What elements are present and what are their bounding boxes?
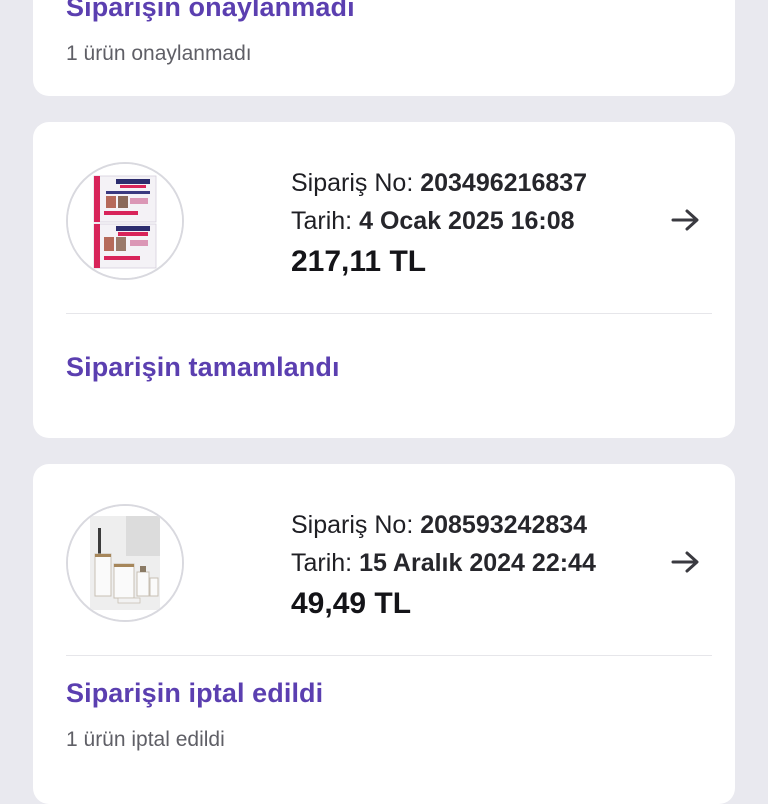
card-divider [66,313,712,314]
order-date-value: 15 Aralık 2024 22:44 [359,549,596,577]
order-info: Sipariş No: 208593242834 Tarih: 15 Aralı… [291,506,596,626]
product-thumbnail [66,162,184,280]
order-info: Sipariş No: 203496216837 Tarih: 4 Ocak 2… [291,164,587,284]
order-date-label: Tarih: [291,207,353,235]
order-card-unapproved[interactable]: Siparişin onaylanmadı 1 ürün onaylanmadı [33,0,735,96]
order-number-value: 203496216837 [420,169,588,197]
order-status-title: Siparişin iptal edildi [66,678,324,708]
order-number-label: Sipariş No: [291,511,414,539]
order-number-row: Sipariş No: 203496216837 [291,164,587,202]
order-status-title: Siparişin tamamlandı [66,352,340,382]
order-status-detail: 1 ürün iptal edildi [66,728,225,751]
order-total: 217,11 TL [291,245,427,278]
arrow-right-icon[interactable] [669,548,703,576]
order-card-cancelled[interactable]: Sipariş No: 208593242834 Tarih: 15 Aralı… [33,464,735,804]
arrow-right-icon[interactable] [669,206,703,234]
order-status-title: Siparişin onaylanmadı [66,0,355,22]
order-date-value: 4 Ocak 2025 16:08 [359,207,575,235]
order-card-completed[interactable]: Sipariş No: 203496216837 Tarih: 4 Ocak 2… [33,122,735,438]
order-number-row: Sipariş No: 208593242834 [291,506,596,544]
card-divider [66,655,712,656]
order-date-label: Tarih: [291,549,353,577]
order-date-row: Tarih: 4 Ocak 2025 16:08 [291,202,587,240]
order-status-detail: 1 ürün onaylanmadı [66,42,252,65]
order-date-row: Tarih: 15 Aralık 2024 22:44 [291,544,596,582]
order-number-value: 208593242834 [420,511,588,539]
order-total: 49,49 TL [291,587,412,620]
book-covers-thumbnail-icon [68,164,182,278]
order-number-label: Sipariş No: [291,169,414,197]
bathroom-set-thumbnail-icon [68,506,182,620]
product-thumbnail [66,504,184,622]
